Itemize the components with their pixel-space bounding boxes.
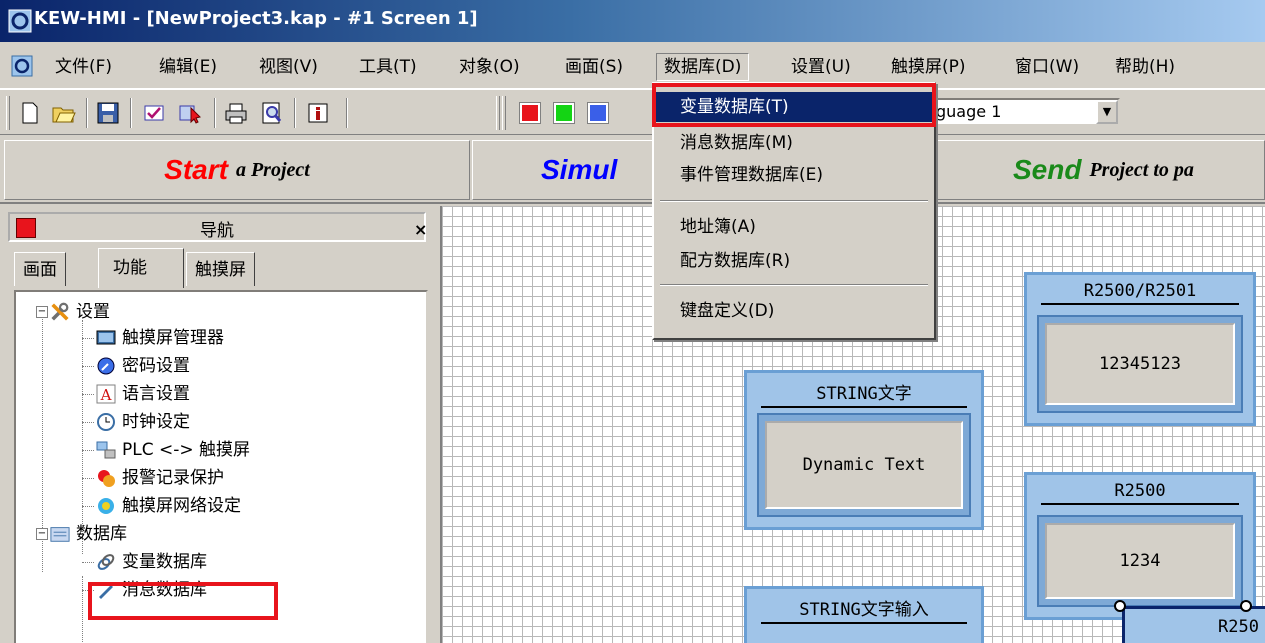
tab-touchscreen[interactable]: 触摸屏 [186,252,255,286]
print-preview-icon[interactable] [258,99,286,127]
menu-window[interactable]: 窗口(W) [1008,53,1086,81]
tree-item-plc-link[interactable]: PLC <-> 触摸屏 [96,436,250,464]
menu-touchscreen[interactable]: 触摸屏(P) [884,53,973,81]
widget-title: R2500 [1041,481,1239,505]
menu-item-message-database[interactable]: 消息数据库(M) [656,128,932,158]
tree-group-database[interactable]: 数据库 [50,520,127,548]
language-select[interactable]: guage 1 ▼ [930,98,1120,126]
svg-text:A: A [100,386,112,404]
print-icon[interactable] [222,99,250,127]
project-bar: Start a Project Simul Send Project to pa [0,136,1265,204]
import-icon[interactable] [176,99,204,127]
string-input-widget[interactable]: STRING文字输入 [744,586,984,643]
widget-title: STRING文字输入 [761,595,967,624]
tools-icon [50,302,70,322]
alarm-icon [96,468,116,488]
send-label: Send [1013,154,1082,185]
tree-item-label: 触摸屏网络设定 [122,496,241,516]
document-icon[interactable] [11,55,33,77]
simulate-label: Simul [541,154,618,185]
menu-view[interactable]: 视图(V) [252,53,325,81]
tree-item-label: 时钟设定 [122,412,190,432]
start-sublabel: a Project [235,158,310,181]
tree-group-database-label: 数据库 [76,524,127,544]
menu-item-address-book[interactable]: 地址簿(A) [656,212,932,242]
menu-item-variable-database[interactable]: 变量数据库(T) [656,92,932,122]
info-icon[interactable] [304,99,332,127]
numeric-display-widget[interactable]: R2500/R2501 12345123 [1024,272,1256,426]
menu-file[interactable]: 文件(F) [48,53,119,81]
send-sublabel: Project to pa [1089,158,1194,181]
network-icon [96,440,116,460]
chevron-down-icon[interactable]: ▼ [1096,100,1118,124]
open-folder-icon[interactable] [50,99,78,127]
collapse-settings-icon[interactable]: − [36,306,48,318]
menu-tools[interactable]: 工具(T) [352,53,424,81]
tab-functions[interactable]: 功能 [98,248,184,288]
tree-item-clock[interactable]: 时钟设定 [96,408,190,436]
widget-value: 12345123 [1045,323,1235,405]
new-file-icon[interactable] [16,99,44,127]
toolbar-grip[interactable] [6,96,10,130]
menu-item-recipe-database[interactable]: 配方数据库(R) [656,246,932,276]
tree-item-label: PLC <-> 触摸屏 [122,440,251,460]
menu-bar: 文件(F) 编辑(E) 视图(V) 工具(T) 对象(O) 画面(S) 数据库(… [0,45,1265,89]
window-title: KEW-HMI - [NewProject3.kap - #1 Screen 1… [34,8,478,29]
widget-title: R2500/R2501 [1041,281,1239,305]
red-color-button[interactable] [516,99,544,127]
clock-icon [96,412,116,432]
database-menu: 变量数据库(T) 消息数据库(M) 事件管理数据库(E) 地址簿(A) 配方数据… [652,82,936,340]
navigation-header[interactable]: 导航 [8,212,426,242]
r2500-display-widget[interactable]: R2500 1234 [1024,472,1256,620]
menu-database[interactable]: 数据库(D) [656,53,750,81]
close-icon[interactable]: × [414,220,427,239]
menu-screen[interactable]: 画面(S) [558,53,630,81]
highlight-variable-database [88,582,278,620]
menu-item-event-database[interactable]: 事件管理数据库(E) [656,160,932,190]
letter-a-icon: A [96,384,116,404]
menu-help[interactable]: 帮助(H) [1108,53,1182,81]
tree-item-label: 触摸屏管理器 [122,328,224,348]
widget-title: STRING文字 [761,379,967,408]
resize-handle[interactable] [1240,600,1252,612]
tab-screens[interactable]: 画面 [14,252,66,286]
tree-item-label: 变量数据库 [122,552,207,572]
tree-group-settings[interactable]: 设置 [50,298,110,326]
tree-item-label: 密码设置 [122,356,190,376]
widget-value: 1234 [1045,523,1235,599]
tree-item-language[interactable]: A 语言设置 [96,380,190,408]
check-icon[interactable] [140,99,168,127]
app-icon [8,9,32,33]
menu-settings[interactable]: 设置(U) [784,53,858,81]
database-icon [50,524,70,544]
start-label: Start [164,154,228,185]
menu-edit[interactable]: 编辑(E) [152,53,224,81]
string-text-widget[interactable]: STRING文字 Dynamic Text [744,370,984,530]
tree-item-label: 语言设置 [122,384,190,404]
tree-item-network-settings[interactable]: 触摸屏网络设定 [96,492,241,520]
widget-value: Dynamic Text [765,421,963,509]
green-color-button[interactable] [550,99,578,127]
link-icon [96,552,116,572]
language-select-value: guage 1 [936,102,1002,121]
blue-color-button[interactable] [584,99,612,127]
tree-item-variable-database[interactable]: 变量数据库 [96,548,207,576]
widget-title: R250 [1218,617,1259,637]
save-icon[interactable] [94,99,122,127]
resize-handle[interactable] [1114,600,1126,612]
collapse-database-icon[interactable]: − [36,528,48,540]
tree-group-settings-label: 设置 [76,302,110,322]
tree-item-password[interactable]: 密码设置 [96,352,190,380]
monitor-icon [96,328,116,348]
start-project-button[interactable]: Start a Project [4,140,470,200]
network-settings-icon [96,496,116,516]
tree-item-hmi-manager[interactable]: 触摸屏管理器 [96,324,224,352]
menu-item-keyboard-definition[interactable]: 键盘定义(D) [656,296,932,326]
key-circle-icon [96,356,116,376]
menu-object[interactable]: 对象(O) [452,53,527,81]
tree-item-label: 报警记录保护 [122,468,224,488]
navigation-title: 导航 [200,221,234,241]
window-title-bar[interactable]: KEW-HMI - [NewProject3.kap - #1 Screen 1… [0,0,1265,42]
tree-item-alarm-log[interactable]: 报警记录保护 [96,464,224,492]
